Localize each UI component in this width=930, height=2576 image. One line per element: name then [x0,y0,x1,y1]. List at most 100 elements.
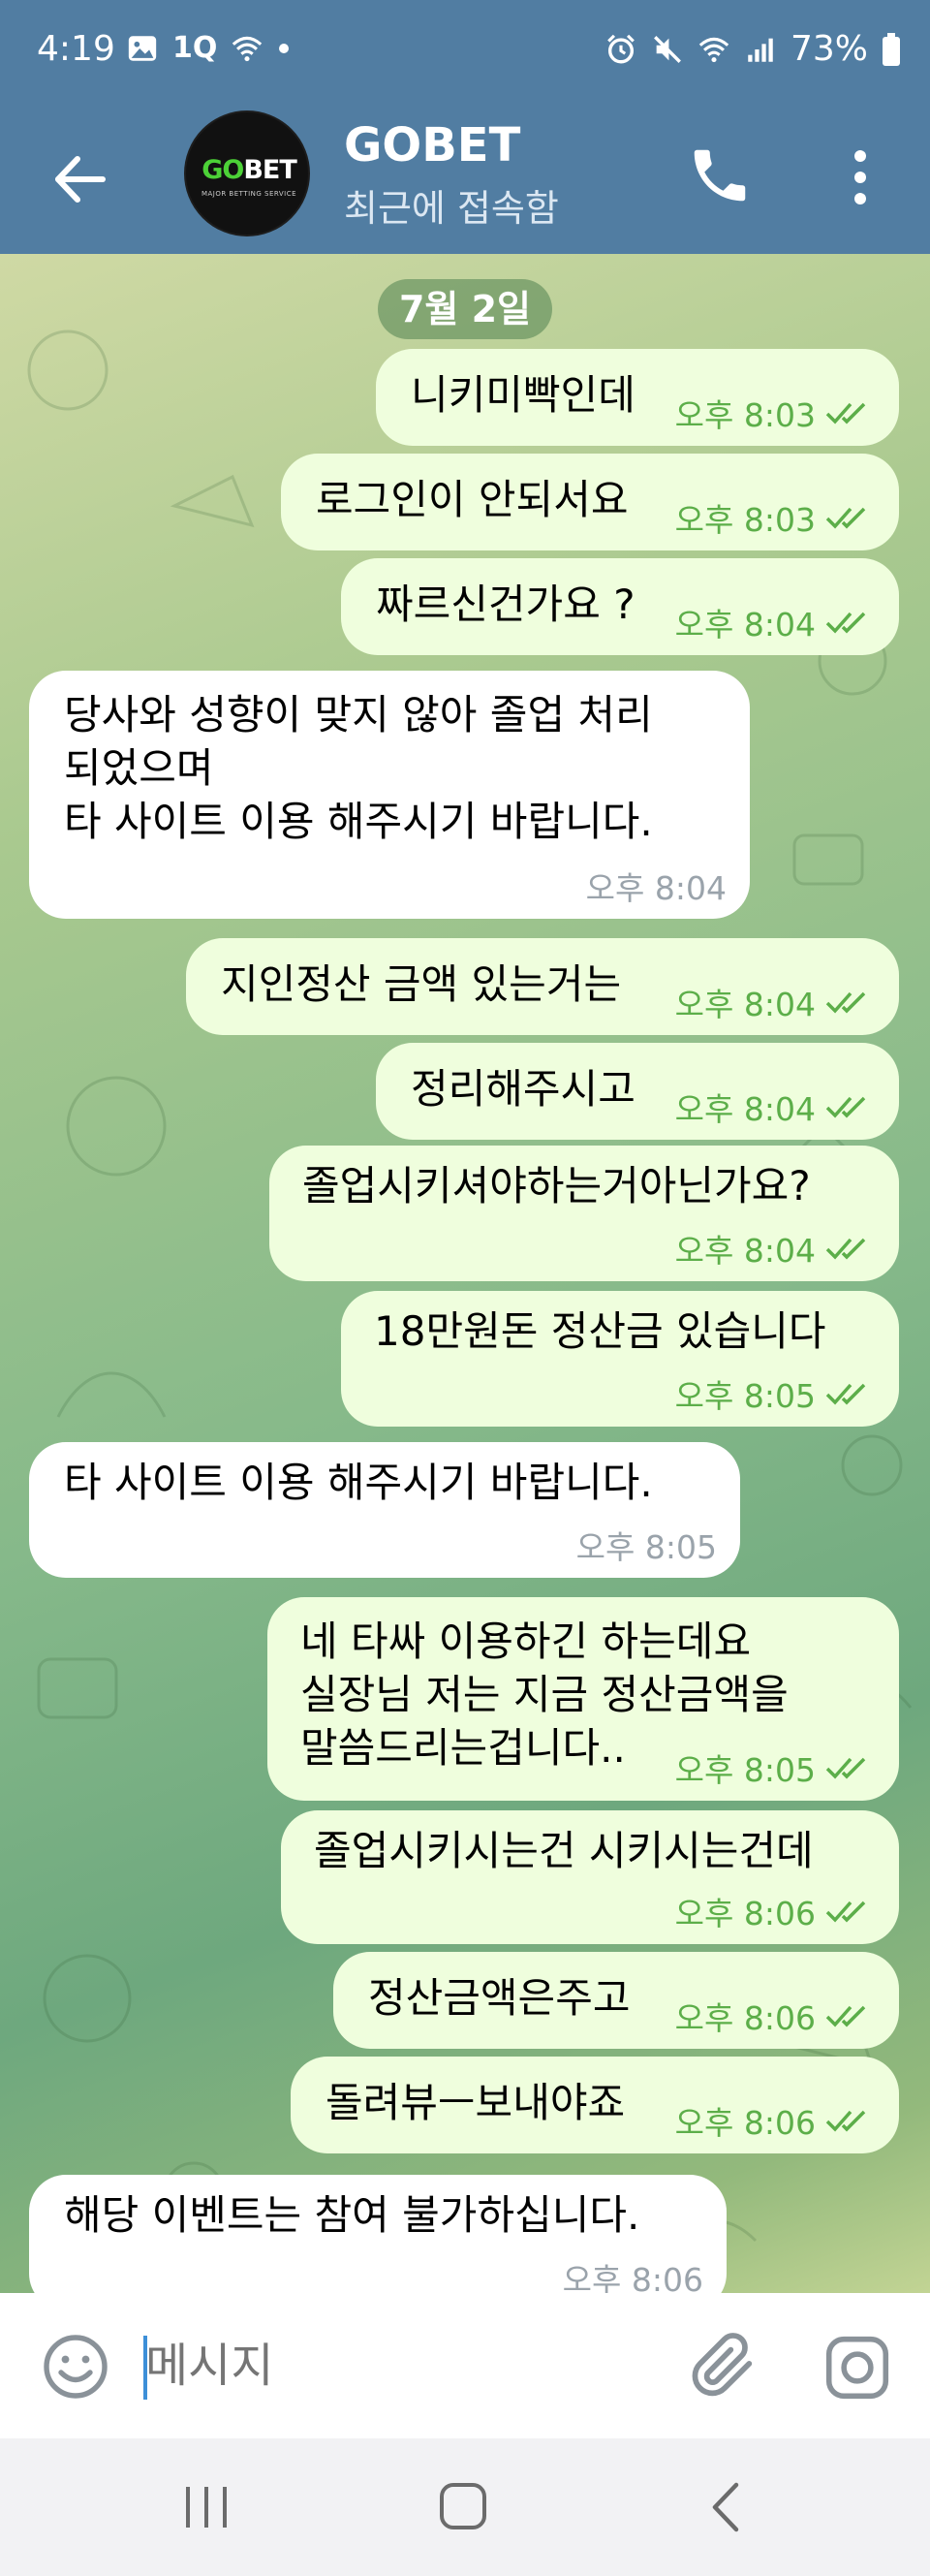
message-bubble-outgoing[interactable]: 졸업시키셔야하는거아닌가요? 오후 8:04 [269,1146,899,1281]
message-bubble-outgoing[interactable]: 네 타싸 이용하긴 하는데요 실장님 저는 지금 정산금액을 말씀드리는겁니다.… [267,1597,899,1801]
double-check-icon [825,507,866,529]
status-left-icons: 1Q [126,31,291,65]
nav-back-icon[interactable] [705,2481,744,2533]
chat-status: 최근에 접속함 [344,187,559,230]
double-check-icon [825,1757,866,1779]
message-text: 돌려뷰ㅡ보내야죠 [326,2079,626,2126]
message-meta: 오후 8:03 [675,390,876,436]
chat-area[interactable]: 7월 2일 니키미빡인데 오후 8:03 로그인이 안되서요 오후 8:03 짜… [0,254,930,2293]
message-text: 18만원돈 정산금 있습니다 [374,1307,826,1355]
message-meta: 오후 8:06 [675,1993,876,2039]
status-right: 73% [604,29,901,69]
dot-icon [279,43,290,53]
message-text: 정리해주시고 [411,1065,636,1113]
chat-header: GOBET MAJOR BETTING SERVICE GOBET 최근에 접속… [0,105,930,254]
double-check-icon [825,1901,866,1923]
mute-icon [654,35,681,63]
double-check-icon [825,1096,866,1118]
battery-icon [883,32,900,66]
message-meta: 오후 8:04 [586,863,727,909]
message-composer [0,2293,930,2438]
message-text: 정산금액은주고 [368,1974,631,2022]
message-bubble-incoming[interactable]: 타 사이트 이용 해주시기 바랍니다. 오후 8:05 [29,1442,740,1578]
message-bubble-incoming[interactable]: 해당 이벤트는 참여 불가하십니다. 오후 8:06 [29,2175,727,2293]
message-bubble-outgoing[interactable]: 정산금액은주고 오후 8:06 [333,1952,899,2049]
message-meta: 오후 8:06 [675,1888,876,1934]
message-time: 오후 8:04 [585,869,727,907]
wifi-signal-icon [232,36,263,61]
message-text: 짜르신건가요 ? [376,581,636,628]
message-time: 오후 8:04 [674,606,816,644]
message-meta: 오후 8:04 [675,1225,876,1272]
message-text: 로그인이 안되서요 [316,476,629,523]
back-arrow-icon[interactable] [48,145,116,213]
message-meta: 오후 8:04 [675,979,876,1025]
double-check-icon [825,991,866,1014]
camera-icon[interactable] [822,2332,893,2403]
double-check-icon [825,2005,866,2027]
status-bar: 4:19 1Q 73% [0,0,930,105]
chat-title[interactable]: GOBET [344,118,520,173]
status-time: 4:19 [37,29,115,69]
message-bubble-incoming[interactable]: 당사와 성향이 맞지 않아 졸업 처리 되었으며 타 사이트 이용 해주시기 바… [29,671,750,919]
message-meta: 오후 8:04 [675,1084,876,1130]
message-text: 졸업시키시는건 시키시는건데 [314,1827,814,1874]
message-meta: 오후 8:06 [675,2097,876,2144]
message-meta: 오후 8:05 [576,1522,717,1568]
double-check-icon [825,612,866,634]
message-bubble-outgoing[interactable]: 돌려뷰ㅡ보내야죠 오후 8:06 [291,2057,899,2153]
message-text: 당사와 성향이 맞지 않아 졸업 처리 되었으며 타 사이트 이용 해주시기 바… [64,691,653,845]
battery-percent: 73% [790,29,868,69]
double-check-icon [825,1238,866,1260]
message-meta: 오후 8:05 [675,1744,876,1791]
message-bubble-outgoing[interactable]: 지인정산 금액 있는거는 오후 8:04 [186,938,899,1035]
1q-icon: 1Q [172,31,218,65]
alarm-icon [607,34,635,63]
message-time: 오후 8:05 [575,1528,717,1566]
more-vert-icon[interactable] [831,143,889,211]
double-check-icon [825,2110,866,2132]
message-text: 타 사이트 이용 해주시기 바랍니다. [64,1459,653,1506]
message-text: 니키미빡인데 [411,371,636,419]
message-bubble-outgoing[interactable]: 정리해주시고 오후 8:04 [376,1043,899,1140]
message-bubble-outgoing[interactable]: 짜르신건가요 ? 오후 8:04 [341,558,899,655]
message-meta: 오후 8:04 [675,599,876,645]
system-nav-bar [0,2438,930,2576]
message-bubble-outgoing[interactable]: 졸업시키시는건 시키시는건데 오후 8:06 [281,1810,899,1944]
message-time: 오후 8:04 [674,1232,816,1270]
date-separator: 7월 2일 [378,279,552,339]
message-time: 오후 8:06 [674,1895,816,1932]
emoji-icon[interactable] [41,2332,110,2402]
message-time: 오후 8:05 [674,1377,816,1415]
message-time: 오후 8:06 [562,2261,703,2293]
message-time: 오후 8:04 [674,1090,816,1128]
message-bubble-outgoing[interactable]: 니키미빡인데 오후 8:03 [376,349,899,446]
home-icon[interactable] [438,2481,488,2531]
message-bubble-outgoing[interactable]: 18만원돈 정산금 있습니다 오후 8:05 [341,1291,899,1427]
avatar-logo: GOBET [202,155,297,185]
double-check-icon [825,402,866,424]
message-text: 지인정산 금액 있는거는 [221,960,622,1008]
image-icon [128,35,157,61]
message-time: 오후 8:06 [674,1999,816,2037]
recents-icon[interactable] [182,2485,231,2529]
wifi-icon [698,37,729,62]
message-meta: 오후 8:03 [675,494,876,541]
avatar-tagline: MAJOR BETTING SERVICE [201,190,297,198]
message-text: 졸업시키셔야하는거아닌가요? [302,1162,811,1209]
signal-icon [748,38,773,62]
message-time: 오후 8:03 [674,501,816,539]
message-meta: 오후 8:06 [563,2254,703,2293]
phone-icon[interactable] [686,141,754,209]
message-time: 오후 8:06 [674,2104,816,2142]
paperclip-icon[interactable] [688,2330,761,2403]
message-time: 오후 8:03 [674,396,816,434]
message-meta: 오후 8:05 [675,1370,876,1417]
message-text: 해당 이벤트는 참여 불가하십니다. [64,2191,640,2239]
message-time: 오후 8:05 [674,1751,816,1789]
message-bubble-outgoing[interactable]: 로그인이 안되서요 오후 8:03 [281,454,899,550]
double-check-icon [825,1383,866,1405]
avatar[interactable]: GOBET MAJOR BETTING SERVICE [184,110,310,236]
message-input[interactable] [145,2322,630,2409]
message-time: 오후 8:04 [674,986,816,1023]
